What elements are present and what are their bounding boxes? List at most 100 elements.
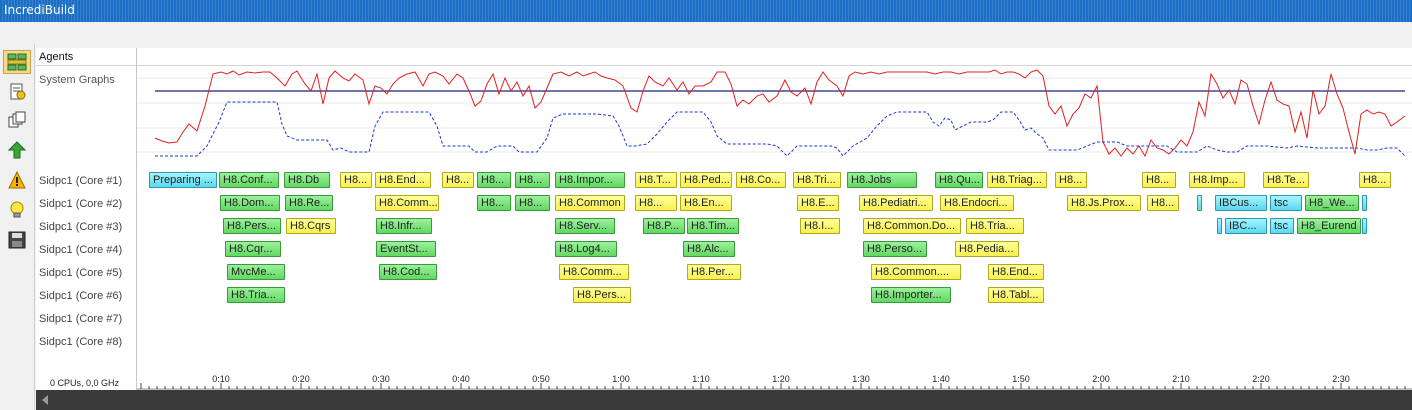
task-bar[interactable]: H8.Importer... — [871, 287, 951, 303]
view-sidebar — [0, 44, 35, 410]
timeline-label: 0:10 — [212, 374, 230, 384]
task-bar[interactable]: tsc — [1270, 218, 1294, 234]
task-bar[interactable]: H8... — [477, 195, 511, 211]
task-bar[interactable] — [1362, 218, 1367, 234]
timeline-label: 1:00 — [612, 374, 630, 384]
task-bar[interactable]: H8... — [477, 172, 511, 188]
tips-button[interactable] — [3, 198, 31, 222]
task-bar[interactable]: H8.Serv... — [555, 218, 615, 234]
task-bar[interactable]: H8.Log4... — [555, 241, 617, 257]
task-bar[interactable]: H8.T... — [635, 172, 677, 188]
core-label[interactable]: Sidpc1 (Core #7) — [39, 308, 122, 330]
agents-column: Agents System Graphs Sidpc1 (Core #1) Si… — [36, 48, 137, 390]
task-bar[interactable]: H8.End... — [375, 172, 431, 188]
task-bar[interactable]: H8.Pediatri... — [859, 195, 933, 211]
task-bar[interactable]: H8.Db — [284, 172, 330, 188]
task-bar[interactable] — [1217, 218, 1222, 234]
task-bar[interactable]: H8.Comm... — [559, 264, 629, 280]
task-bar[interactable]: H8.Re... — [285, 195, 333, 211]
task-bar[interactable]: H8... — [1147, 195, 1179, 211]
task-bar[interactable]: H8.Co... — [736, 172, 786, 188]
build-monitor-icon — [7, 53, 27, 71]
summary-icon — [8, 141, 26, 159]
task-bar[interactable]: H8.Imp... — [1189, 172, 1245, 188]
task-bar[interactable]: H8.Perso... — [863, 241, 927, 257]
task-bar[interactable]: H8.Tim... — [687, 218, 739, 234]
task-bar[interactable]: H8.Alc... — [683, 241, 735, 257]
task-bar[interactable]: H8.Pers... — [223, 218, 281, 234]
task-bar[interactable]: H8... — [1142, 172, 1176, 188]
warnings-button[interactable] — [3, 168, 31, 192]
task-bar[interactable]: H8.Infr... — [376, 218, 432, 234]
core-label[interactable]: Sidpc1 (Core #1) — [39, 170, 122, 192]
core-label[interactable]: Sidpc1 (Core #6) — [39, 285, 122, 307]
timeline-label: 1:20 — [772, 374, 790, 384]
task-bar[interactable]: IBCus... — [1215, 195, 1267, 211]
task-bar[interactable]: tsc — [1270, 195, 1302, 211]
cpu-info: 0 CPUs, 0,0 GHz — [50, 378, 120, 388]
timeline-label: 2:20 — [1252, 374, 1270, 384]
task-bar[interactable]: H8.Comm... — [375, 195, 439, 211]
core-label[interactable]: Sidpc1 (Core #8) — [39, 331, 122, 353]
task-bar[interactable]: H8.P... — [643, 218, 685, 234]
core-label[interactable]: Sidpc1 (Core #4) — [39, 239, 122, 261]
system-graph — [137, 66, 1412, 164]
core-label[interactable]: Sidpc1 (Core #2) — [39, 193, 122, 215]
task-bar[interactable]: H8.Cod... — [379, 264, 437, 280]
timeline-label: 2:30 — [1332, 374, 1350, 384]
timeline-label: 2:10 — [1172, 374, 1190, 384]
scroll-left-icon[interactable] — [42, 395, 48, 405]
task-bar[interactable]: H8... — [442, 172, 474, 188]
core-label[interactable]: Sidpc1 (Core #3) — [39, 216, 122, 238]
task-bar[interactable]: Preparing ... — [149, 172, 217, 188]
task-bar[interactable]: H8.Per... — [687, 264, 741, 280]
task-bar[interactable]: H8.Cqr... — [225, 241, 281, 257]
summary-button[interactable] — [3, 138, 31, 162]
save-button[interactable] — [3, 228, 31, 252]
task-bar[interactable]: H8.Impor... — [555, 172, 625, 188]
task-bar[interactable]: H8.Conf... — [219, 172, 279, 188]
task-bar[interactable]: EventSt... — [376, 241, 436, 257]
build-monitor-button[interactable] — [3, 50, 31, 74]
horizontal-scrollbar[interactable] — [36, 390, 1412, 410]
system-graphs-label: System Graphs — [39, 74, 115, 86]
task-bar[interactable] — [1362, 195, 1367, 211]
task-bar[interactable]: H8.Ped... — [680, 172, 732, 188]
task-bar[interactable]: H8... — [340, 172, 372, 188]
task-bar[interactable]: H8.Tria... — [966, 218, 1024, 234]
task-bar[interactable]: H8... — [635, 195, 677, 211]
task-bar[interactable]: H8.En... — [680, 195, 732, 211]
task-bar[interactable]: H8.Cqrs — [286, 218, 336, 234]
task-bar[interactable]: H8.I... — [800, 218, 840, 234]
task-bar[interactable]: H8.E... — [797, 195, 839, 211]
task-bar[interactable]: H8.Triag... — [987, 172, 1047, 188]
task-bar[interactable]: MvcMe... — [227, 264, 285, 280]
task-bar[interactable]: H8... — [1359, 172, 1391, 188]
task-bar[interactable]: H8_Eurend — [1297, 218, 1361, 234]
window-title: IncrediBuild — [4, 3, 75, 17]
task-bar[interactable]: H8.Dom... — [220, 195, 280, 211]
task-bar[interactable]: H8.Tri... — [793, 172, 841, 188]
task-bar[interactable]: H8.Common.... — [871, 264, 961, 280]
task-bar[interactable]: H8.Common.Do... — [863, 218, 961, 234]
core-label[interactable]: Sidpc1 (Core #5) — [39, 262, 122, 284]
task-bar[interactable]: H8... — [1055, 172, 1087, 188]
task-bar[interactable] — [1197, 195, 1202, 211]
task-bar[interactable]: H8... — [515, 172, 550, 188]
task-bar[interactable]: IBC... — [1225, 218, 1267, 234]
task-bar[interactable]: H8.Pers... — [573, 287, 631, 303]
task-bar[interactable]: H8.Tria... — [227, 287, 285, 303]
task-bar[interactable]: H8.Pedia... — [955, 241, 1019, 257]
output-button[interactable] — [3, 80, 31, 104]
task-bar[interactable]: H8.Tabl... — [988, 287, 1044, 303]
projects-button[interactable] — [3, 108, 31, 132]
task-bar[interactable]: H8... — [515, 195, 550, 211]
task-bar[interactable]: H8.Qu... — [935, 172, 983, 188]
task-bar[interactable]: H8.Js.Prox... — [1067, 195, 1141, 211]
task-bar[interactable]: H8.Common — [555, 195, 625, 211]
task-bar[interactable]: H8.End... — [988, 264, 1044, 280]
task-bar[interactable]: H8.Te... — [1263, 172, 1309, 188]
task-bar[interactable]: H8_We... — [1305, 195, 1359, 211]
task-bar[interactable]: H8.Endocri... — [940, 195, 1014, 211]
task-bar[interactable]: H8.Jobs — [847, 172, 917, 188]
